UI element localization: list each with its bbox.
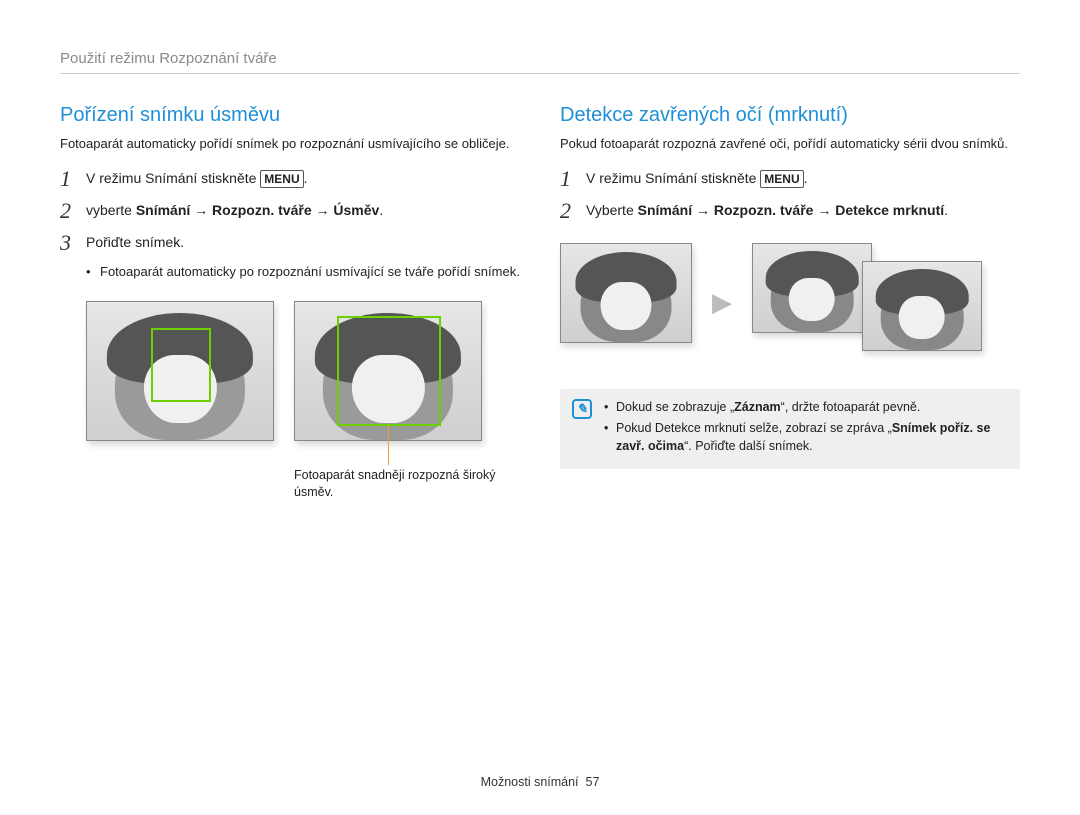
note-item-2: Pokud Detekce mrknutí selže, zobrazí se … xyxy=(604,420,1008,455)
step2-bold: Snímání → Rozpozn. tváře → Detekce mrknu… xyxy=(638,202,945,218)
breadcrumb: Použití režimu Rozpoznání tváře xyxy=(60,50,1020,74)
step1-pre: V režimu Snímání stiskněte xyxy=(86,170,260,186)
blink-photo-detected xyxy=(560,243,692,343)
left-section-title: Pořízení snímku úsměvu xyxy=(60,104,520,127)
step-number: 2 xyxy=(560,199,586,223)
arrow-right-icon: ▶ xyxy=(712,287,732,318)
left-column: Pořízení snímku úsměvu Fotoaparát automa… xyxy=(60,104,520,500)
step1-post: . xyxy=(304,170,308,186)
note2-pre: Pokud Detekce mrknutí selže, zobrazí se … xyxy=(616,421,892,435)
left-step-2: 2 vyberte Snímání → Rozpozn. tváře → Úsm… xyxy=(60,199,520,223)
left-step3-bullet: Fotoaparát automaticky po rozpoznání usm… xyxy=(86,263,520,281)
blink-photo-series xyxy=(752,243,1012,363)
step-text: Pořiďte snímek. xyxy=(86,231,184,253)
blink-series-photo-2 xyxy=(862,261,982,351)
step-number: 2 xyxy=(60,199,86,223)
step2-bold: Snímání → Rozpozn. tváře → Úsměv xyxy=(136,202,380,218)
right-section-title: Detekce zavřených očí (mrknutí) xyxy=(560,104,1020,127)
step-number: 3 xyxy=(60,231,86,255)
left-image-row: Fotoaparát snadněji rozpozná široký úsmě… xyxy=(86,301,520,501)
note-icon: ✎ xyxy=(572,399,592,419)
step-text: V režimu Snímání stiskněte MENU. xyxy=(586,167,808,189)
step-text: V režimu Snímání stiskněte MENU. xyxy=(86,167,308,189)
step-text: vyberte Snímání → Rozpozn. tváře → Úsměv… xyxy=(86,199,383,221)
step1-pre: V režimu Snímání stiskněte xyxy=(586,170,760,186)
step2-post: . xyxy=(944,202,948,218)
right-step-1: 1 V režimu Snímání stiskněte MENU. xyxy=(560,167,1020,191)
note-item-1: Dokud se zobrazuje „Záznam“, držte fotoa… xyxy=(604,399,1008,417)
footer-page-number: 57 xyxy=(586,775,600,789)
content-columns: Pořízení snímku úsměvu Fotoaparát automa… xyxy=(60,104,1020,500)
step2-pre: vyberte xyxy=(86,202,136,218)
smile-photo-small-rect xyxy=(86,301,274,441)
right-column: Detekce zavřených očí (mrknutí) Pokud fo… xyxy=(560,104,1020,500)
note-box: ✎ Dokud se zobrazuje „Záznam“, držte fot… xyxy=(560,389,1020,470)
left-step-1: 1 V režimu Snímání stiskněte MENU. xyxy=(60,167,520,191)
step-number: 1 xyxy=(60,167,86,191)
footer-label: Možnosti snímání xyxy=(481,775,579,789)
step2-post: . xyxy=(379,202,383,218)
left-intro: Fotoaparát automaticky pořídí snímek po … xyxy=(60,135,520,153)
note1-pre: Dokud se zobrazuje „ xyxy=(616,400,734,414)
page-footer: Možnosti snímání 57 xyxy=(0,775,1080,789)
smile-photo-with-caption: Fotoaparát snadněji rozpozná široký úsmě… xyxy=(294,301,504,501)
note2-post: “. Pořiďte další snímek. xyxy=(684,439,813,453)
note-list: Dokud se zobrazuje „Záznam“, držte fotoa… xyxy=(604,399,1008,460)
menu-button-icon: MENU xyxy=(260,170,303,189)
right-image-row: ▶ xyxy=(560,243,1020,363)
step2-pre: Vyberte xyxy=(586,202,638,218)
callout-line xyxy=(388,425,389,465)
step-text: Vyberte Snímání → Rozpozn. tváře → Detek… xyxy=(586,199,948,221)
step1-post: . xyxy=(804,170,808,186)
step-number: 1 xyxy=(560,167,586,191)
right-step-2: 2 Vyberte Snímání → Rozpozn. tváře → Det… xyxy=(560,199,1020,223)
left-step-3: 3 Pořiďte snímek. xyxy=(60,231,520,255)
smile-caption: Fotoaparát snadněji rozpozná široký úsmě… xyxy=(294,467,504,501)
right-intro: Pokud fotoaparát rozpozná zavřené oči, p… xyxy=(560,135,1020,153)
menu-button-icon: MENU xyxy=(760,170,803,189)
note1-bold: Záznam xyxy=(734,400,781,414)
blink-series-photo-1 xyxy=(752,243,872,333)
note1-post: “, držte fotoaparát pevně. xyxy=(781,400,921,414)
smile-photo-large-rect xyxy=(294,301,482,441)
